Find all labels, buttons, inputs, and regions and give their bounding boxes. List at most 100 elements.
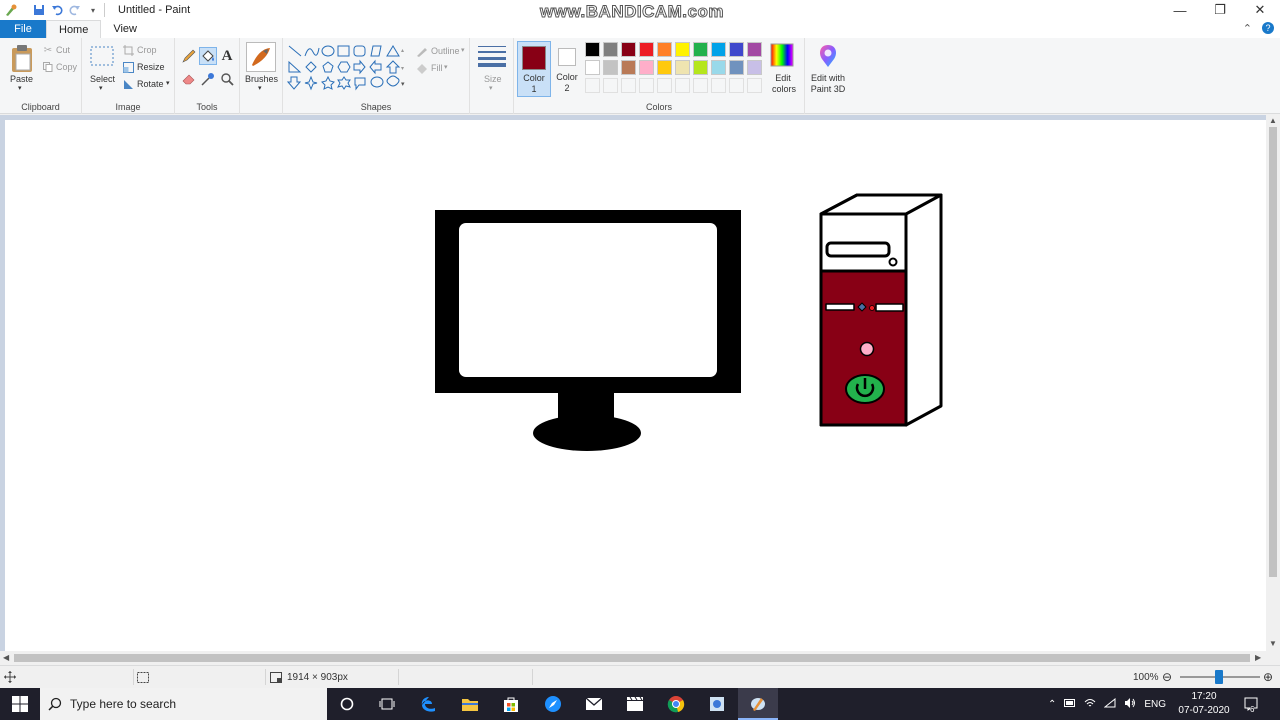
horizontal-scrollbar[interactable]: ◀ ▶	[0, 651, 1266, 665]
windows-start-icon[interactable]	[0, 688, 40, 720]
size-icon[interactable]	[478, 44, 506, 68]
palette-swatch[interactable]	[711, 42, 726, 57]
palette-empty-slot[interactable]	[657, 78, 672, 93]
paint3d-icon[interactable]	[815, 43, 841, 69]
palette-swatch[interactable]	[675, 42, 690, 57]
magnifier-icon[interactable]	[219, 71, 235, 87]
file-explorer-icon[interactable]	[450, 688, 490, 720]
palette-empty-slot[interactable]	[585, 78, 600, 93]
fill-button[interactable]: Fill	[431, 63, 443, 73]
resize-button[interactable]: Resize	[137, 62, 165, 72]
scroll-down-icon[interactable]: ▼	[1269, 639, 1277, 648]
cortana-icon[interactable]	[327, 688, 367, 720]
brushes-icon[interactable]	[246, 42, 276, 72]
drawing-canvas[interactable]	[5, 120, 1266, 651]
tab-view[interactable]: View	[101, 20, 149, 38]
text-tool-icon[interactable]: A	[219, 47, 235, 65]
cut-button[interactable]: Cut	[56, 45, 70, 55]
palette-swatch[interactable]	[621, 42, 636, 57]
settings-app-icon[interactable]	[697, 688, 737, 720]
paste-icon[interactable]	[8, 42, 36, 76]
tab-home[interactable]: Home	[46, 20, 102, 38]
color-picker-icon[interactable]	[200, 71, 216, 87]
outline-button[interactable]: Outline	[431, 46, 460, 56]
color2-button[interactable]: Color 2	[554, 41, 582, 97]
save-icon[interactable]	[32, 3, 46, 17]
palette-empty-slot[interactable]	[711, 78, 726, 93]
eraser-icon[interactable]	[181, 71, 197, 87]
safari-icon[interactable]	[533, 688, 573, 720]
brushes-button[interactable]: Brushes	[245, 74, 278, 84]
palette-swatch[interactable]	[585, 42, 600, 57]
vertical-scroll-thumb[interactable]	[1269, 127, 1277, 577]
restore-button[interactable]: ❐	[1200, 0, 1240, 20]
palette-swatch[interactable]	[639, 60, 654, 75]
palette-swatch[interactable]	[747, 60, 762, 75]
paint-app-icon[interactable]	[4, 3, 18, 17]
fill-bucket-icon[interactable]	[199, 47, 217, 65]
task-view-icon[interactable]	[367, 688, 407, 720]
palette-swatch[interactable]	[729, 60, 744, 75]
palette-swatch[interactable]	[657, 42, 672, 57]
scroll-left-icon[interactable]: ◀	[3, 653, 9, 662]
customize-toolbar-icon[interactable]: ▾	[86, 3, 100, 17]
redo-icon[interactable]	[68, 3, 82, 17]
chrome-icon[interactable]	[656, 688, 696, 720]
edit-paint3d-button[interactable]: Edit with Paint 3D	[807, 73, 849, 95]
wifi-icon[interactable]	[1103, 697, 1116, 711]
edit-colors-icon[interactable]	[769, 42, 795, 68]
palette-empty-slot[interactable]	[621, 78, 636, 93]
edit-colors-button[interactable]: Edit colors	[772, 73, 796, 95]
palette-swatch[interactable]	[657, 60, 672, 75]
pencil-icon[interactable]	[181, 48, 197, 64]
palette-swatch[interactable]	[603, 42, 618, 57]
copy-button[interactable]: Copy	[56, 62, 77, 72]
store-icon[interactable]	[491, 688, 531, 720]
tab-file[interactable]: File	[0, 20, 46, 38]
palette-empty-slot[interactable]	[675, 78, 690, 93]
notifications-icon[interactable]: 6	[1244, 688, 1262, 720]
show-hidden-icons-icon[interactable]: ⌃	[1048, 699, 1056, 710]
paste-button[interactable]: Paste	[10, 74, 33, 84]
palette-swatch[interactable]	[603, 60, 618, 75]
collapse-ribbon-icon[interactable]: ⌃	[1243, 22, 1252, 35]
paint-taskbar-icon[interactable]	[738, 688, 778, 720]
crop-button[interactable]: Crop	[137, 45, 157, 55]
shapes-gallery-icon[interactable]	[287, 44, 407, 92]
palette-swatch[interactable]	[693, 60, 708, 75]
taskbar-search-box[interactable]: Type here to search	[40, 688, 327, 720]
palette-swatch[interactable]	[693, 42, 708, 57]
select-button[interactable]: Select	[90, 74, 115, 84]
color1-button[interactable]: Color 1	[517, 41, 551, 97]
palette-empty-slot[interactable]	[639, 78, 654, 93]
palette-swatch[interactable]	[711, 60, 726, 75]
taskbar-clock[interactable]: 17:20 07-07-2020	[1172, 690, 1236, 718]
network-icon[interactable]	[1084, 698, 1096, 711]
battery-icon[interactable]	[1064, 698, 1076, 710]
edge-browser-icon[interactable]	[409, 688, 449, 720]
zoom-out-icon[interactable]: ⊖	[1162, 666, 1172, 688]
volume-icon[interactable]	[1124, 697, 1136, 711]
size-button[interactable]: Size	[484, 74, 502, 84]
minimize-button[interactable]: —	[1160, 0, 1200, 20]
zoom-in-icon[interactable]: ⊕	[1263, 666, 1273, 688]
undo-icon[interactable]	[50, 3, 64, 17]
help-icon[interactable]: ?	[1262, 22, 1274, 34]
palette-swatch[interactable]	[585, 60, 600, 75]
scroll-right-icon[interactable]: ▶	[1255, 653, 1261, 662]
palette-empty-slot[interactable]	[693, 78, 708, 93]
palette-swatch[interactable]	[675, 60, 690, 75]
zoom-slider-thumb[interactable]	[1215, 670, 1223, 684]
mail-icon[interactable]	[574, 688, 614, 720]
close-button[interactable]: ✕	[1240, 0, 1280, 20]
palette-swatch[interactable]	[621, 60, 636, 75]
select-icon[interactable]	[90, 46, 114, 66]
palette-swatch[interactable]	[729, 42, 744, 57]
language-indicator[interactable]: ENG	[1144, 699, 1166, 710]
scroll-up-icon[interactable]: ▲	[1269, 116, 1277, 125]
palette-empty-slot[interactable]	[603, 78, 618, 93]
palette-empty-slot[interactable]	[729, 78, 744, 93]
rotate-button[interactable]: Rotate	[137, 79, 164, 89]
palette-swatch[interactable]	[747, 42, 762, 57]
palette-swatch[interactable]	[639, 42, 654, 57]
